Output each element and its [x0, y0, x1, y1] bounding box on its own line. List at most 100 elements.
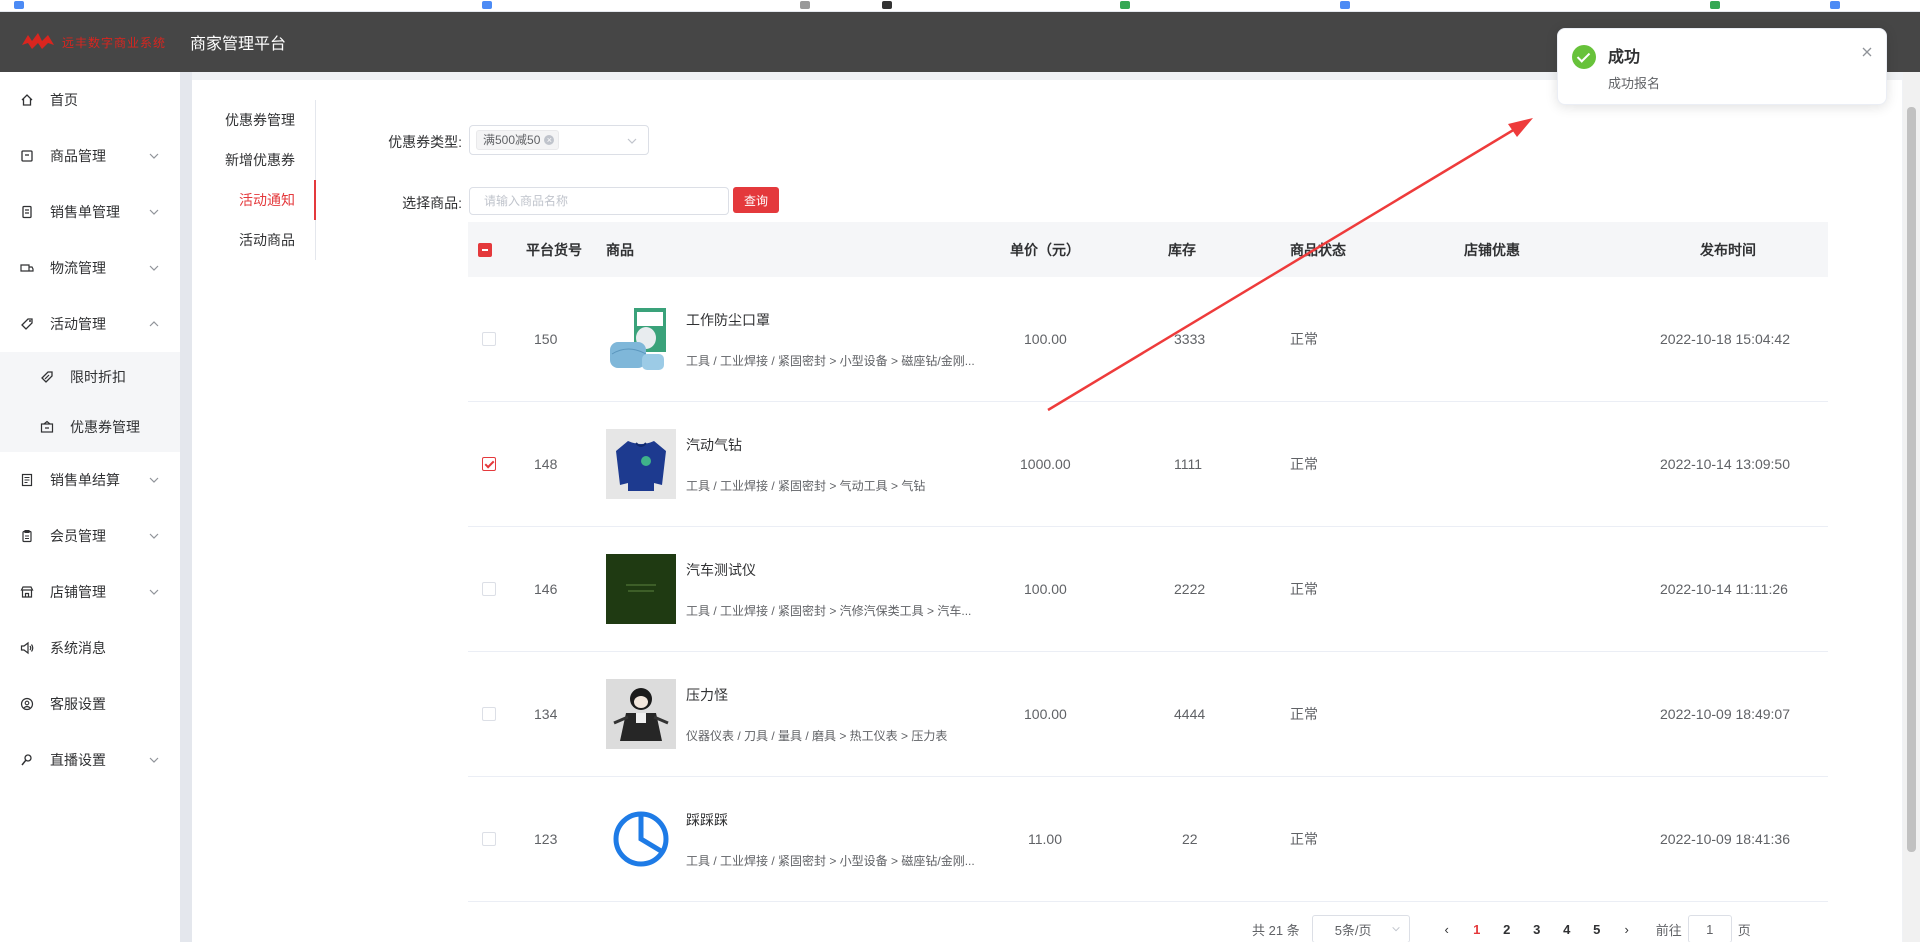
page-jump-input[interactable]: [1687, 915, 1732, 942]
goods-name[interactable]: 汽车测试仪: [686, 560, 986, 580]
sidebar-item-shop[interactable]: 店铺管理: [0, 564, 180, 620]
settlement-icon: [20, 473, 34, 487]
coupon-type-select[interactable]: 满500减50 ×: [469, 125, 649, 155]
page-number-5[interactable]: 5: [1582, 922, 1612, 937]
sidebar-item-settlement[interactable]: 销售单结算: [0, 452, 180, 508]
pagination-total: 共 21 条: [1252, 922, 1300, 938]
table-row[interactable]: 150 工作防尘口罩 工具 / 工业焊接 / 紧固密封 > 小型设备 > 磁座钻…: [468, 277, 1828, 402]
page-number-3[interactable]: 3: [1522, 922, 1552, 937]
page-number-2[interactable]: 2: [1492, 922, 1522, 937]
row-checkbox[interactable]: [482, 582, 496, 596]
home-icon: [20, 93, 34, 107]
live-icon: [20, 753, 34, 767]
goods-name[interactable]: 踩踩踩: [686, 810, 986, 830]
stock: 2222: [1174, 581, 1206, 597]
sidebar-item-goods[interactable]: 商品管理: [0, 128, 180, 184]
page-number-4[interactable]: 4: [1552, 922, 1582, 937]
scrollbar-thumb[interactable]: [1907, 107, 1916, 852]
goods-thumbnail-mask[interactable]: [606, 304, 676, 374]
chevron-down-icon: [149, 265, 159, 271]
tag-close-icon[interactable]: ×: [544, 135, 555, 145]
sidebar-item-home[interactable]: 首页: [0, 72, 180, 128]
order-icon: [20, 205, 34, 219]
notification-message: 成功报名: [1608, 76, 1661, 91]
sidebar-item-coupon-management[interactable]: 优惠券管理: [0, 402, 180, 452]
query-button[interactable]: 查询: [733, 187, 779, 213]
sidebar-item-label: 限时折扣: [70, 369, 126, 385]
publish-time: 2022-10-09 18:49:07: [1660, 706, 1790, 722]
goods-thumbnail-dark-green[interactable]: [606, 554, 676, 624]
header-platform-id: 平台货号: [526, 241, 582, 258]
table-row[interactable]: 146 汽车测试仪 工具 / 工业焊接 / 紧固密封 > 汽修汽保类工具 > 汽…: [468, 527, 1828, 652]
row-checkbox[interactable]: [482, 457, 496, 471]
publish-time: 2022-10-09 18:41:36: [1660, 831, 1790, 847]
page-scrollbar[interactable]: [1903, 72, 1920, 942]
goods-status: 正常: [1290, 831, 1318, 847]
tab-activity-goods[interactable]: 活动商品: [224, 220, 315, 260]
service-icon: [20, 697, 34, 711]
table-row[interactable]: 148 汽动气钻 工具 / 工业焊接 / 紧固密封 > 气动工具 > 气钻 10…: [468, 402, 1828, 527]
sidebar-item-orders[interactable]: 销售单管理: [0, 184, 180, 240]
logo-text: 远丰数字商业系统: [62, 35, 167, 50]
speaker-icon: [20, 641, 34, 655]
table-header: 平台货号 商品 单价（元） 库存 商品状态 店铺优惠 发布时间: [468, 222, 1828, 277]
coupon-icon: [40, 420, 54, 434]
member-icon: [20, 529, 34, 543]
stock: 3333: [1174, 331, 1206, 347]
goods-category: 工具 / 工业焊接 / 紧固密封 > 气动工具 > 气钻: [686, 478, 926, 493]
row-checkbox[interactable]: [482, 832, 496, 846]
page-size-select[interactable]: 5条/页: [1311, 915, 1410, 942]
sidebar-item-label: 直播设置: [50, 752, 106, 768]
chevron-down-icon: [149, 757, 159, 763]
goods-category: 仪器仪表 / 刀具 / 量具 / 磨具 > 热工仪表 > 压力表: [686, 728, 948, 743]
chevron-down-icon: [627, 138, 637, 144]
header-shop-discount: 店铺优惠: [1464, 241, 1520, 258]
select-all-checkbox[interactable]: [478, 242, 492, 257]
unit-price: 100.00: [1024, 581, 1067, 597]
platform-id: 134: [534, 706, 558, 722]
tab-coupon-management[interactable]: 优惠券管理: [224, 100, 315, 140]
next-page-icon[interactable]: ›: [1612, 922, 1642, 937]
goods-name[interactable]: 压力怪: [686, 685, 986, 705]
close-icon[interactable]: [1860, 45, 1874, 59]
table-row[interactable]: 134 压力怪 仪器仪表 / 刀具 / 量具 / 磨具 > 热工仪表 > 压力表…: [468, 652, 1828, 777]
tab-add-coupon[interactable]: 新增优惠券: [224, 140, 315, 180]
publish-time: 2022-10-18 15:04:42: [1660, 331, 1790, 347]
page-number-1[interactable]: 1: [1462, 922, 1492, 937]
table-row[interactable]: 123 踩踩踩 工具 / 工业焊接 / 紧固密封 > 小型设备 > 磁座钻/金刚…: [468, 777, 1828, 902]
chevron-down-icon: [149, 589, 159, 595]
sidebar-item-logistics[interactable]: 物流管理: [0, 240, 180, 296]
prev-page-icon[interactable]: ‹: [1432, 922, 1462, 937]
unit-price: 100.00: [1024, 331, 1067, 347]
brand-logo[interactable]: 远丰数字商业系统: [20, 31, 166, 53]
goods-thumbnail-sweater[interactable]: [606, 429, 676, 499]
sidebar-item-label: 会员管理: [50, 528, 106, 544]
goods-search-input[interactable]: [469, 187, 729, 215]
sidebar: 首页 商品管理 销售单管理 物流管理 活动管理 限时折扣 优惠券管理 销售单结算…: [0, 72, 180, 942]
success-notification: 成功 成功报名: [1557, 28, 1887, 105]
sidebar-item-label: 优惠券管理: [70, 419, 140, 435]
goods-thumbnail-pie-chart-icon[interactable]: [606, 804, 676, 874]
goods-name[interactable]: 工作防尘口罩: [686, 310, 986, 330]
sidebar-item-system-messages[interactable]: 系统消息: [0, 620, 180, 676]
tab-activity-notice[interactable]: 活动通知: [224, 180, 316, 220]
sidebar-item-customer-service[interactable]: 客服设置: [0, 676, 180, 732]
goods-status: 正常: [1290, 456, 1318, 472]
coupon-subtabs: 优惠券管理 新增优惠券 活动通知 活动商品: [224, 100, 316, 260]
stock: 22: [1182, 831, 1198, 847]
stock: 1111: [1174, 456, 1203, 472]
header-goods: 商品: [606, 241, 634, 258]
platform-id: 123: [534, 831, 558, 847]
goods-name[interactable]: 汽动气钻: [686, 435, 986, 455]
unit-price: 1000.00: [1020, 456, 1071, 472]
row-checkbox[interactable]: [482, 332, 496, 346]
main-content: 优惠券管理 新增优惠券 活动通知 活动商品 优惠券类型: 满500减50 × 选…: [192, 72, 1902, 942]
header-publish-time: 发布时间: [1700, 241, 1756, 258]
sidebar-item-members[interactable]: 会员管理: [0, 508, 180, 564]
row-checkbox[interactable]: [482, 707, 496, 721]
goods-thumbnail-character[interactable]: [606, 679, 676, 749]
coupon-type-tag-label: 满500减50: [483, 133, 541, 147]
sidebar-item-activities[interactable]: 活动管理: [0, 296, 180, 352]
sidebar-item-live-settings[interactable]: 直播设置: [0, 732, 180, 788]
sidebar-item-flash-discount[interactable]: 限时折扣: [0, 352, 180, 402]
